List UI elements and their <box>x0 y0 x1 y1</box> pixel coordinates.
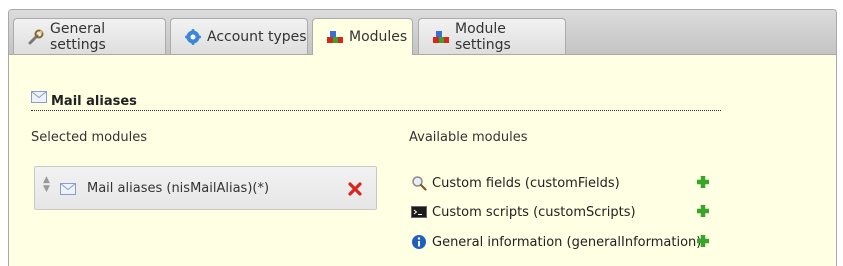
available-module-item: Custom scripts (customScripts) <box>411 203 636 221</box>
tab-bar: General settings Account types Modules M… <box>9 10 836 55</box>
available-module-label: Custom fields (customFields) <box>432 175 620 191</box>
section-header: Mail aliases <box>31 91 721 111</box>
info-icon <box>411 234 427 250</box>
tab-modules[interactable]: Modules <box>312 18 413 55</box>
available-module-item: Custom fields (customFields) <box>411 174 620 192</box>
add-module-icon[interactable] <box>695 203 711 223</box>
selected-module-item[interactable]: ▲ ▼ Mail aliases (nisMailAlias)(*) <box>34 166 377 210</box>
tab-label: Modules <box>349 29 408 45</box>
envelope-icon <box>60 183 76 199</box>
tab-label: General settings <box>50 20 106 53</box>
available-module-label: General information (generalInformation) <box>432 234 702 250</box>
selected-modules-heading: Selected modules <box>31 130 147 145</box>
available-module-label: Custom scripts (customScripts) <box>432 204 636 220</box>
envelope-icon <box>31 91 47 107</box>
wrench-icon <box>27 28 45 46</box>
add-module-icon[interactable] <box>695 233 711 253</box>
available-modules-heading: Available modules <box>409 130 528 145</box>
magnifier-icon <box>411 175 427 191</box>
tab-general-settings[interactable]: General settings <box>13 18 166 54</box>
drag-handle-icon[interactable]: ▲ ▼ <box>43 176 50 194</box>
tab-label: Module settings <box>455 20 511 53</box>
tab-account-types[interactable]: Account types <box>170 18 308 54</box>
terminal-icon <box>411 204 427 220</box>
remove-module-icon[interactable] <box>347 181 363 201</box>
available-module-item: General information (generalInformation) <box>411 233 701 251</box>
selected-module-label: Mail aliases (nisMailAlias)(*) <box>87 181 270 196</box>
tab-label: Account types <box>207 28 307 45</box>
tab-module-settings[interactable]: Module settings <box>418 18 566 54</box>
add-module-icon[interactable] <box>695 174 711 194</box>
modules-icon <box>326 28 344 46</box>
section-title: Mail aliases <box>51 94 137 109</box>
modules-icon <box>432 28 450 46</box>
gear-icon <box>184 28 202 46</box>
